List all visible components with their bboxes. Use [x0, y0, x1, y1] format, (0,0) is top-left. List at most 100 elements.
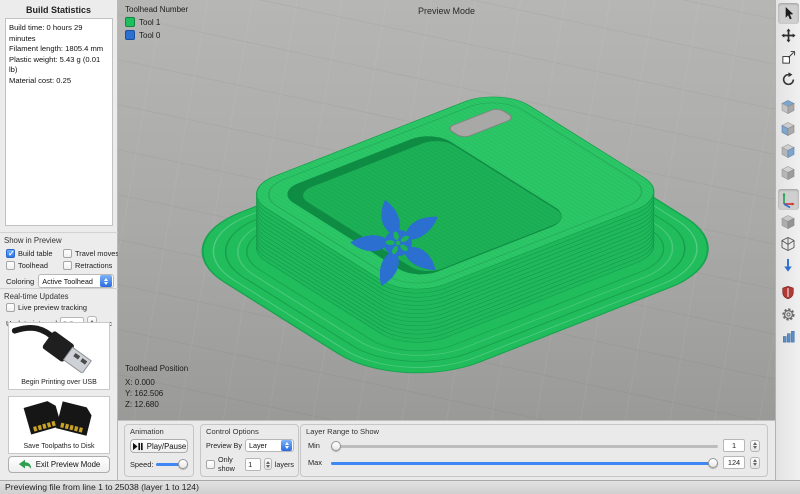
tool1-color-swatch	[125, 17, 135, 27]
toolhead-position-title: Toolhead Position	[125, 363, 188, 374]
stat-filament-length: Filament length: 1805.4 mm	[9, 44, 109, 55]
checkbox-box	[6, 249, 15, 258]
dropdown-stepper-icon	[100, 275, 112, 287]
checkbox-retractions[interactable]: Retractions	[63, 261, 120, 270]
preview-mode-title: Preview Mode	[118, 6, 775, 16]
checkbox-box	[6, 303, 15, 312]
preview-checkbox-grid: Build table Travel moves Toolhead Retrac…	[0, 247, 118, 270]
checkbox-build-table[interactable]: Build table	[6, 249, 63, 258]
bar-chart-icon[interactable]	[778, 326, 799, 347]
checkbox-label: Live preview tracking	[18, 303, 87, 312]
save-toolpaths-button[interactable]: Save Toolpaths to Disk	[8, 396, 110, 454]
view-toolbar	[775, 0, 800, 480]
toolhead-legend: Toolhead Number Tool 1 Tool 0	[125, 5, 188, 40]
coloring-label: Coloring	[6, 277, 34, 286]
min-label: Min	[308, 441, 326, 450]
checkbox-label: Travel moves	[75, 249, 119, 258]
legend-label: Tool 0	[139, 31, 160, 40]
speed-label: Speed:	[130, 460, 153, 469]
cube-left-view-icon[interactable]	[778, 140, 799, 161]
cube-top-view-icon[interactable]	[778, 96, 799, 117]
stat-plastic-weight: Plastic weight: 5.43 g (0.01 lb)	[9, 55, 109, 76]
play-pause-icon	[132, 442, 143, 451]
section-title: Real-time Updates	[0, 289, 118, 303]
usb-button-label: Begin Printing over USB	[9, 378, 109, 389]
stat-material-cost: Material cost: 0.25	[9, 76, 109, 87]
cube-front-view-icon[interactable]	[778, 118, 799, 139]
arrow-down-icon[interactable]	[778, 255, 799, 276]
shield-icon[interactable]	[778, 282, 799, 303]
control-options-group: Control Options Preview By Layer Only sh…	[200, 424, 299, 477]
group-title: Control Options	[201, 425, 298, 436]
slider-knob[interactable]	[331, 441, 341, 451]
play-pause-label: Play/Pause	[147, 442, 186, 451]
status-text: Previewing file from line 1 to 25038 (la…	[5, 482, 199, 492]
only-show-checkbox[interactable]	[206, 460, 215, 469]
sd-button-label: Save Toolpaths to Disk	[9, 442, 109, 453]
max-label: Max	[308, 458, 326, 467]
status-bar: Previewing file from line 1 to 25038 (la…	[0, 480, 800, 494]
select-cursor-icon[interactable]	[778, 3, 799, 24]
model-3d	[118, 0, 775, 420]
toolhead-y: Y: 162.506	[125, 388, 188, 399]
toolhead-x: X: 0.000	[125, 377, 188, 388]
only-show-unit: layers	[275, 460, 294, 469]
gear-icon[interactable]	[778, 304, 799, 325]
cube-iso-view-icon[interactable]	[778, 162, 799, 183]
slider-knob[interactable]	[178, 459, 188, 469]
toolhead-z: Z: 12.680	[125, 399, 188, 410]
checkbox-live-preview-tracking[interactable]: Live preview tracking	[0, 303, 118, 312]
checkbox-label: Toolhead	[18, 261, 48, 270]
show-in-preview-section: Show in Preview Build table Travel moves…	[0, 232, 118, 292]
application-window: Build Statistics Build time: 0 hours 29 …	[0, 0, 800, 494]
toolhead-position-readout: Toolhead Position X: 0.000 Y: 162.506 Z:…	[125, 363, 188, 410]
build-statistics-panel: Build Statistics Build time: 0 hours 29 …	[0, 0, 118, 480]
preview-by-value: Layer	[246, 441, 281, 450]
exit-preview-mode-button[interactable]: Exit Preview Mode	[8, 456, 110, 473]
min-layer-input[interactable]	[723, 439, 745, 452]
max-layer-input[interactable]	[723, 456, 745, 469]
checkbox-toolhead[interactable]: Toolhead	[6, 261, 63, 270]
solid-cube-icon[interactable]	[778, 211, 799, 232]
legend-label: Tool 1	[139, 18, 160, 27]
tool0-color-swatch	[125, 30, 135, 40]
min-layer-slider[interactable]	[331, 441, 718, 451]
preview-canvas[interactable]: Preview Mode Toolhead Number Tool 1 Tool…	[118, 0, 775, 420]
checkbox-label: Build table	[18, 249, 53, 258]
usb-cable-icon	[11, 323, 107, 373]
move-icon[interactable]	[778, 25, 799, 46]
only-show-label: Only show	[218, 455, 242, 473]
slider-knob[interactable]	[708, 458, 718, 468]
layer-range-group: Layer Range to Show Min Max	[300, 424, 768, 477]
checkbox-box	[63, 261, 72, 270]
legend-title: Toolhead Number	[125, 5, 188, 14]
rotate-icon[interactable]	[778, 69, 799, 90]
sd-card-icon	[11, 397, 107, 437]
stepper-icon[interactable]	[750, 457, 760, 469]
max-layer-slider[interactable]	[331, 458, 718, 468]
slider-track	[331, 445, 718, 448]
scale-icon[interactable]	[778, 47, 799, 68]
checkbox-travel-moves[interactable]: Travel moves	[63, 249, 120, 258]
legend-item-tool0: Tool 0	[125, 30, 188, 40]
exit-button-label: Exit Preview Mode	[36, 460, 101, 469]
checkbox-label: Retractions	[75, 261, 112, 270]
coloring-dropdown[interactable]: Active Toolhead	[38, 274, 114, 288]
legend-item-tool1: Tool 1	[125, 17, 188, 27]
stepper-icon[interactable]	[264, 458, 272, 470]
only-show-input[interactable]	[245, 458, 261, 471]
preview-by-label: Preview By	[206, 441, 242, 450]
dropdown-stepper-icon	[281, 440, 292, 451]
begin-printing-usb-button[interactable]: Begin Printing over USB	[8, 322, 110, 390]
stat-build-time: Build time: 0 hours 29 minutes	[9, 23, 109, 44]
slider-fill	[331, 462, 718, 465]
panel-title: Build Statistics	[0, 0, 117, 18]
stepper-icon[interactable]	[750, 440, 760, 452]
animation-group: Animation Play/Pause Speed:	[124, 424, 194, 477]
axes-icon[interactable]	[778, 189, 799, 210]
preview-by-dropdown[interactable]: Layer	[245, 439, 294, 452]
speed-slider[interactable]	[156, 459, 188, 469]
checkbox-box	[6, 261, 15, 270]
wireframe-cube-icon[interactable]	[778, 233, 799, 254]
play-pause-button[interactable]: Play/Pause	[130, 439, 188, 453]
